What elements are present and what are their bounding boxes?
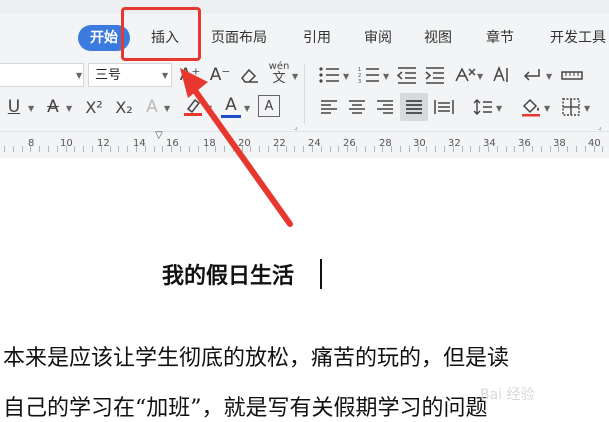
annotation-arrow-icon: [180, 68, 293, 227]
watermark: Bai 经验: [480, 387, 535, 403]
